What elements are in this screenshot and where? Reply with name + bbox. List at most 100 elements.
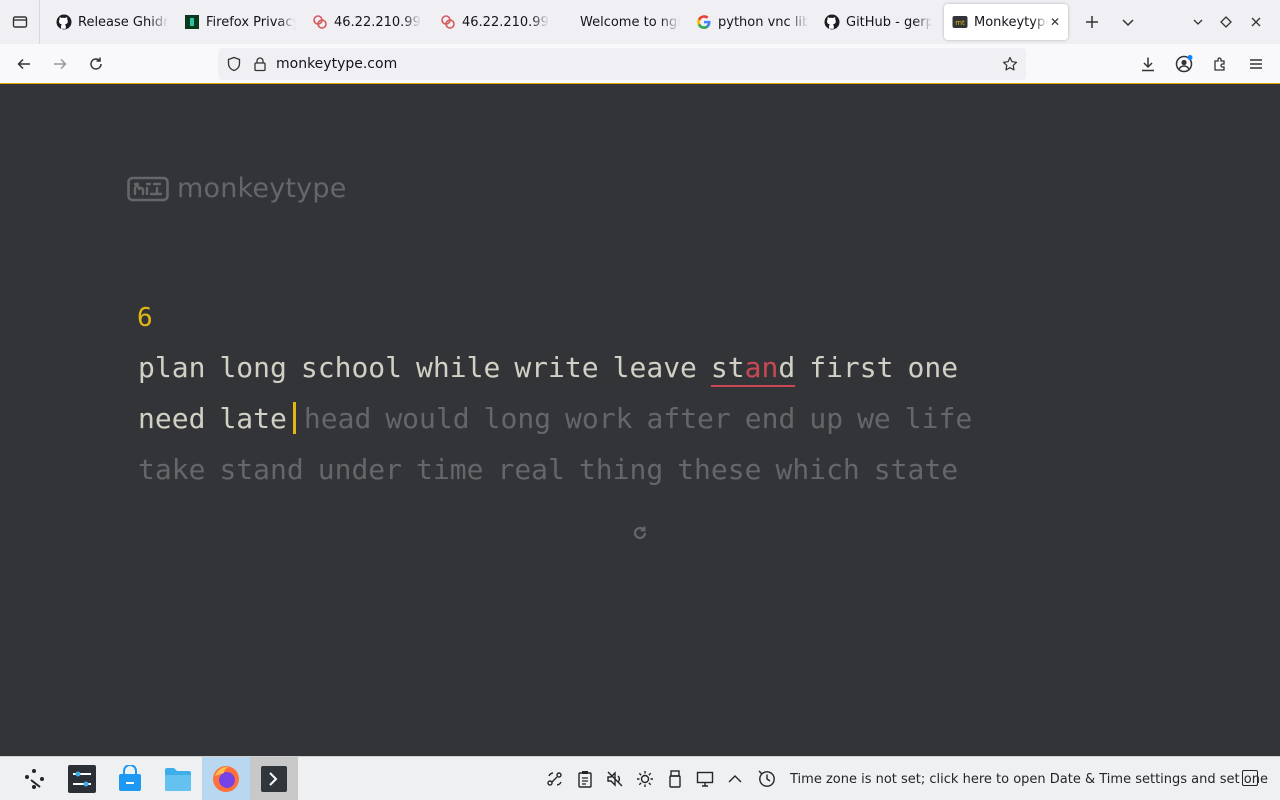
upcoming-word: thing xyxy=(578,453,664,486)
reload-icon xyxy=(90,57,102,70)
application-launcher[interactable] xyxy=(10,757,58,800)
tab-release-ghidra[interactable]: Release Ghidra xyxy=(48,4,176,40)
url-bar[interactable]: monkeytype.com xyxy=(218,48,1026,80)
firefox-icon xyxy=(213,765,239,792)
tab-firefox-privacy[interactable]: Firefox Privacy xyxy=(176,4,304,40)
chevron-up-icon xyxy=(728,775,742,783)
reload-button[interactable] xyxy=(78,46,114,82)
diamond-icon xyxy=(1220,16,1232,28)
timezone-message[interactable]: Time zone is not set; click here to open… xyxy=(790,772,1268,787)
back-button[interactable] xyxy=(6,46,42,82)
clipboard-tray-button[interactable] xyxy=(570,757,600,800)
monkeytype-logo[interactable]: monkeytype xyxy=(127,173,347,204)
clipboard-icon xyxy=(578,771,592,788)
firefox-view-button[interactable] xyxy=(0,0,40,44)
tab-title: Firefox Privacy xyxy=(206,14,296,30)
show-hidden-icons-button[interactable] xyxy=(720,757,750,800)
folder-icon xyxy=(165,767,191,791)
tab-title: Welcome to nginx xyxy=(580,14,680,30)
lock-icon[interactable] xyxy=(252,56,268,72)
typed-word: school xyxy=(300,351,403,384)
usb-device-icon xyxy=(669,770,681,788)
close-window-button[interactable] xyxy=(1240,4,1272,40)
tab-server-2[interactable]: 46.22.210.99 xyxy=(432,4,560,40)
typed-word: long xyxy=(219,351,287,384)
tab-server-1[interactable]: 46.22.210.99 xyxy=(304,4,432,40)
word-counter: 6 xyxy=(137,303,153,333)
server-icon xyxy=(312,14,328,30)
account-icon xyxy=(1175,55,1193,73)
typed-word: plan xyxy=(138,351,206,384)
extensions-button[interactable] xyxy=(1202,46,1238,82)
show-desktop-button[interactable] xyxy=(1242,770,1258,786)
upcoming-word: time xyxy=(416,453,484,486)
maximize-window-button[interactable] xyxy=(1212,4,1240,40)
arrow-right-icon xyxy=(54,58,67,69)
display-icon xyxy=(696,771,714,787)
navigation-toolbar: monkeytype.com xyxy=(0,44,1280,84)
new-tab-button[interactable] xyxy=(1074,4,1110,40)
forward-button[interactable] xyxy=(42,46,78,82)
hamburger-menu-icon xyxy=(1250,59,1262,69)
taskbar: Time zone is not set; click here to open… xyxy=(0,756,1280,800)
google-icon xyxy=(696,14,712,30)
launcher-icon xyxy=(25,768,44,789)
account-button[interactable] xyxy=(1166,46,1202,82)
upcoming-word: end xyxy=(744,402,796,435)
volume-tray-button[interactable] xyxy=(600,757,630,800)
words-line-1: plan long school while write leave stand first o… xyxy=(138,342,1138,393)
upcoming-word: long xyxy=(483,402,552,435)
system-tray: Time zone is not set; click here to open… xyxy=(540,757,1268,800)
tab-nginx[interactable]: Welcome to nginx xyxy=(560,4,688,40)
chevron-down-icon xyxy=(1193,19,1203,25)
restart-test-button[interactable] xyxy=(630,523,650,543)
system-settings-icon xyxy=(68,764,96,793)
upcoming-word: up xyxy=(809,402,844,435)
upcoming-word: would xyxy=(385,402,470,435)
firefox-view-icon xyxy=(12,16,27,28)
list-all-tabs-button[interactable] xyxy=(1110,4,1146,40)
taskbar-terminal[interactable] xyxy=(250,756,298,800)
taskbar-discover[interactable] xyxy=(106,757,154,800)
correct-letters: d xyxy=(778,351,796,384)
monkeytype-icon: mt xyxy=(952,14,968,30)
svg-text:mt: mt xyxy=(955,19,965,27)
github-icon xyxy=(824,14,840,30)
speaker-muted-icon xyxy=(607,771,623,787)
upcoming-word: work xyxy=(565,402,633,435)
taskbar-firefox[interactable] xyxy=(202,756,250,800)
words-area[interactable]: plan long school while write leave stand first o… xyxy=(138,342,1138,495)
tab-python-vnc[interactable]: python vnc lib xyxy=(688,4,816,40)
server-icon xyxy=(440,14,456,30)
clock-warning-icon xyxy=(758,770,775,787)
minimize-window-button[interactable] xyxy=(1184,4,1212,40)
typing-caret xyxy=(292,402,296,434)
brightness-tray-button[interactable] xyxy=(630,757,660,800)
url-text[interactable]: monkeytype.com xyxy=(276,56,397,72)
star-icon[interactable] xyxy=(1002,56,1018,72)
network-tray-button[interactable] xyxy=(540,757,570,800)
keyboard-icon xyxy=(127,176,169,201)
words-line-3: take stand under time real thing these which sta… xyxy=(138,444,1138,495)
logo-text: monkeytype xyxy=(177,173,347,204)
upcoming-word: life xyxy=(904,402,973,435)
menu-button[interactable] xyxy=(1238,46,1274,82)
tab-title: 46.22.210.99 xyxy=(334,14,421,30)
upcoming-word: take xyxy=(138,453,206,486)
typed-word: one xyxy=(907,351,959,384)
upcoming-word: under xyxy=(317,453,403,486)
close-tab-icon[interactable]: ✕ xyxy=(1050,15,1060,29)
tab-title: Release Ghidra xyxy=(78,14,168,30)
clock-tray-button[interactable] xyxy=(752,757,782,800)
typed-word: leave xyxy=(612,351,697,384)
display-tray-button[interactable] xyxy=(690,757,720,800)
downloads-button[interactable] xyxy=(1130,46,1166,82)
shield-icon[interactable] xyxy=(226,56,242,72)
taskbar-settings[interactable] xyxy=(58,757,106,800)
tab-github-gerp[interactable]: GitHub - gerp xyxy=(816,4,940,40)
words-line-2: need late head would long work after end up we lif… xyxy=(138,393,1138,444)
taskbar-file-manager[interactable] xyxy=(154,757,202,800)
typed-word: first xyxy=(809,351,894,384)
removable-devices-tray-button[interactable] xyxy=(660,757,690,800)
tab-monkeytype[interactable]: mt Monkeytype ✕ xyxy=(944,4,1068,40)
